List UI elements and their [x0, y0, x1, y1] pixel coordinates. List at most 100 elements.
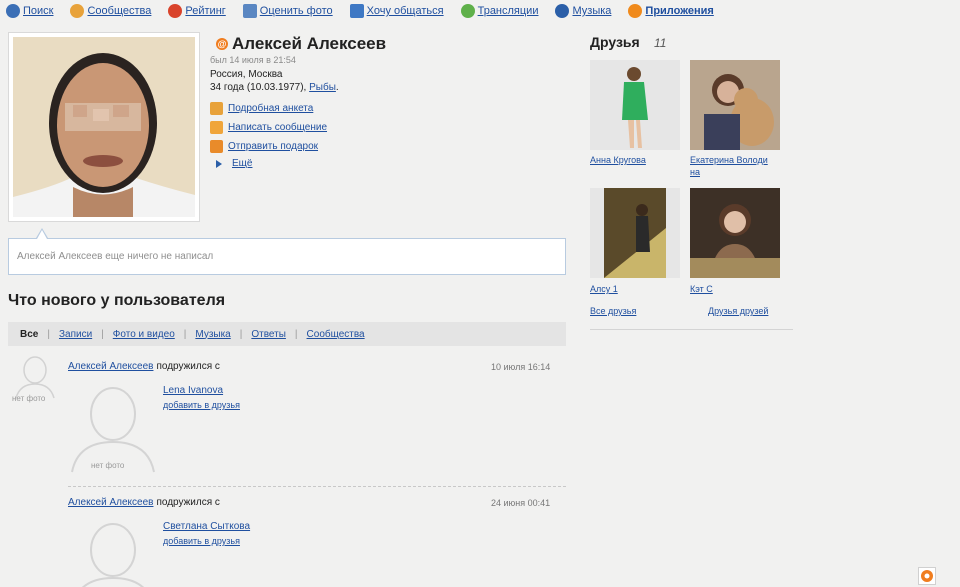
- feed-tabs: Все | Записи | Фото и видео | Музыка | О…: [8, 322, 566, 346]
- feed-verb: подружился с: [156, 497, 220, 508]
- user-name: @ Алексей Алексеев: [216, 34, 386, 54]
- profile-photo[interactable]: [8, 32, 200, 222]
- friend-name[interactable]: Екатерина Володи: [690, 154, 768, 166]
- friend-name[interactable]: Анна Кругова: [590, 154, 646, 166]
- broadcast-icon: [460, 4, 475, 18]
- write-message-link[interactable]: Написать сообщение: [210, 121, 327, 134]
- music-icon: [555, 4, 570, 18]
- apps-icon: [628, 4, 643, 18]
- detailed-profile-label: Подробная анкета: [228, 103, 314, 114]
- more-link[interactable]: Ещё: [210, 158, 252, 169]
- nav-search-label: Поиск: [23, 5, 54, 17]
- friend-photo-image: [690, 188, 780, 278]
- portrait-drawing: [13, 37, 195, 217]
- friends-of-friends-link[interactable]: Друзья друзей: [708, 306, 768, 316]
- feed-actor-link[interactable]: Алексей Алексеев: [68, 361, 153, 372]
- nav-rating-label: Рейтинг: [185, 5, 226, 17]
- tab-communities[interactable]: Сообщества: [307, 329, 365, 340]
- status-arrow-inner: [37, 230, 47, 239]
- user-location: Россия, Москва: [210, 69, 283, 80]
- friend-name-continued[interactable]: на: [690, 166, 700, 178]
- no-photo-label: нет фото: [12, 394, 46, 403]
- write-message-label: Написать сообщение: [228, 122, 328, 133]
- tab-photo-video[interactable]: Фото и видео: [113, 329, 175, 340]
- friend-photo[interactable]: [690, 60, 780, 150]
- send-gift-link[interactable]: Отправить подарок: [210, 140, 318, 153]
- chat-icon: [349, 4, 364, 18]
- friend-photo[interactable]: [690, 188, 780, 278]
- nav-rate-photo[interactable]: Оценить фото: [242, 4, 333, 18]
- friend-photo-image: [590, 60, 680, 150]
- profile-icon: [210, 102, 223, 115]
- user-age: 34 года (10.03.1977), Рыбы.: [210, 82, 339, 93]
- search-icon: [6, 4, 20, 18]
- friend-name-text: Светлана Сыткова: [163, 521, 251, 532]
- nav-communities-label: Сообщества: [87, 5, 152, 17]
- friend-name-link[interactable]: Lena Ivanova: [163, 385, 223, 396]
- add-friend-text: добавить в друзья: [163, 536, 240, 546]
- rate-photo-icon: [242, 4, 257, 18]
- add-friend-link[interactable]: добавить в друзья: [163, 400, 240, 410]
- add-friend-link[interactable]: добавить в друзья: [163, 536, 240, 546]
- feed-verb: подружился с: [156, 361, 220, 372]
- triangle-right-icon: [216, 159, 222, 168]
- community-icon: [70, 4, 85, 18]
- nav-communities[interactable]: Сообщества: [70, 4, 151, 18]
- feed-item-header: Алексей Алексеев подружился с: [68, 497, 220, 508]
- nav-music-label: Музыка: [572, 5, 612, 17]
- online-icon: @: [216, 38, 228, 50]
- feedback-button[interactable]: [918, 567, 936, 585]
- nav-apps-label: Приложения: [645, 5, 714, 17]
- friends-count: 11: [654, 36, 667, 50]
- nav-broadcasts-label: Трансляции: [477, 5, 539, 17]
- nav-apps[interactable]: Приложения: [628, 4, 714, 18]
- feed-divider: [68, 486, 566, 487]
- detailed-profile-link[interactable]: Подробная анкета: [210, 102, 313, 115]
- tab-all[interactable]: Все: [20, 329, 38, 340]
- nav-search[interactable]: Поиск: [6, 4, 53, 18]
- friends-title: Друзья: [590, 34, 640, 50]
- friends-divider: [590, 329, 793, 330]
- friend-photo-image: [590, 188, 680, 278]
- last-seen: был 14 июля в 21:54: [210, 55, 296, 65]
- friend-photo[interactable]: [590, 188, 680, 278]
- user-silhouette-icon: [82, 523, 144, 587]
- nav-chat-label: Хочу общаться: [366, 5, 444, 17]
- nav-rating[interactable]: Рейтинг: [168, 4, 226, 18]
- zodiac-link[interactable]: Рыбы: [309, 82, 336, 93]
- top-navigation: Поиск Сообщества Рейтинг Оценить фото Хо…: [6, 2, 731, 20]
- rating-icon: [168, 4, 183, 18]
- friend-name[interactable]: Алсу 1: [590, 283, 618, 295]
- feed-actor-link[interactable]: Алексей Алексеев: [68, 497, 153, 508]
- more-label: Ещё: [232, 158, 253, 169]
- age-text: 34 года (10.03.1977),: [210, 82, 310, 93]
- no-photo-label: нет фото: [91, 461, 125, 470]
- send-gift-label: Отправить подарок: [228, 141, 319, 152]
- tab-music[interactable]: Музыка: [195, 329, 230, 340]
- message-icon: [210, 121, 223, 134]
- user-name-text: Алексей Алексеев: [232, 34, 387, 53]
- all-friends-link[interactable]: Все друзья: [590, 306, 636, 316]
- at-sign-icon: [921, 570, 933, 582]
- friend-photo-image: [690, 60, 780, 150]
- friend-avatar[interactable]: [68, 520, 158, 587]
- friend-name-link[interactable]: Светлана Сыткова: [163, 521, 250, 532]
- tab-answers[interactable]: Ответы: [251, 329, 286, 340]
- add-friend-text: добавить в друзья: [163, 400, 240, 410]
- nav-broadcasts[interactable]: Трансляции: [460, 4, 539, 18]
- nav-rate-photo-label: Оценить фото: [259, 5, 333, 17]
- tab-posts[interactable]: Записи: [59, 329, 92, 340]
- feed-title: Что нового у пользователя: [8, 292, 226, 309]
- feed-time: 24 июня 00:41: [491, 498, 551, 508]
- friend-name-text: Lena Ivanova: [163, 385, 224, 396]
- feed-item-header: Алексей Алексеев подружился с: [68, 361, 220, 372]
- friend-name[interactable]: Кэт С: [690, 283, 713, 295]
- status-text: Алексей Алексеев еще ничего не написал: [17, 251, 214, 262]
- nav-chat[interactable]: Хочу общаться: [349, 4, 444, 18]
- nav-music[interactable]: Музыка: [555, 4, 611, 18]
- feed-time: 10 июля 16:14: [491, 362, 551, 372]
- profile-photo-image: [13, 37, 195, 217]
- status-field[interactable]: Алексей Алексеев еще ничего не написал: [8, 238, 566, 275]
- gift-icon: [210, 140, 223, 153]
- friend-photo[interactable]: [590, 60, 680, 150]
